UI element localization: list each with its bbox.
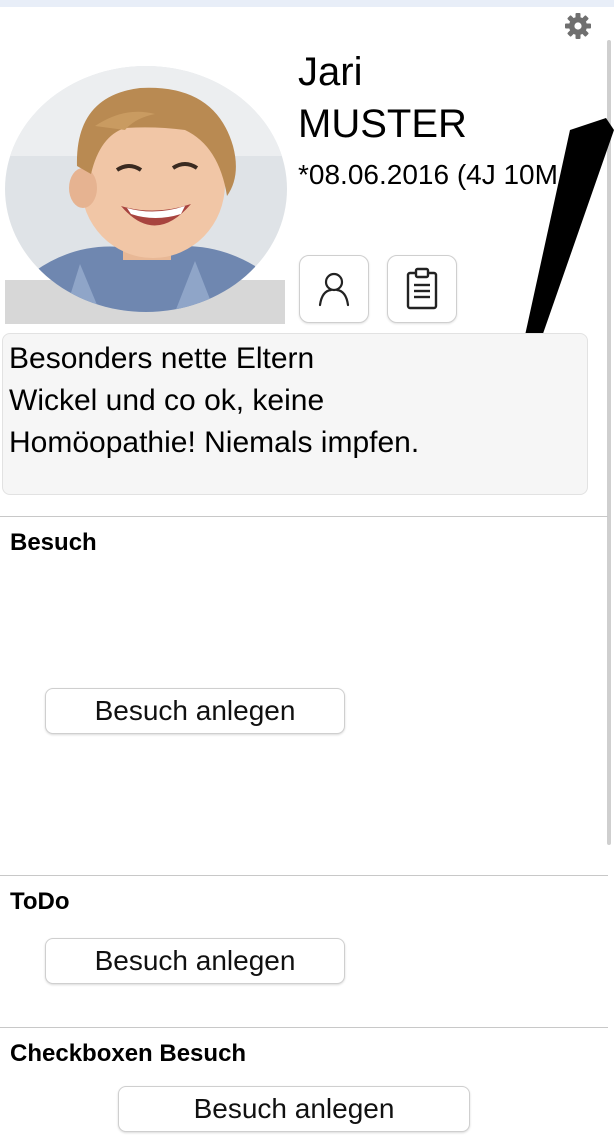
patient-profile-button[interactable] [299,255,369,323]
slash-mark [524,118,614,348]
section-divider [0,1027,608,1028]
patient-first-name: Jari [298,50,363,94]
checkbox-add-visit-button[interactable]: Besuch anlegen [118,1086,470,1132]
section-divider [0,516,608,517]
note-line: Besonders nette Eltern [9,342,315,375]
person-icon [318,272,350,307]
section-title-besuch: Besuch [10,529,97,556]
top-bar [0,0,614,7]
clipboard-icon [406,267,438,310]
note-line: Homöopathie! Niemals impfen. [9,426,420,459]
patient-last-name: MUSTER [298,102,467,146]
todo-add-visit-button[interactable]: Besuch anlegen [45,938,345,984]
child-portrait [5,66,287,312]
section-title-checkboxen: Checkboxen Besuch [10,1040,247,1067]
note-line: Wickel und co ok, keine [9,384,325,417]
gear-icon[interactable] [562,10,594,42]
patient-note[interactable]: Besonders nette Eltern Wickel und co ok,… [2,333,588,495]
section-title-todo: ToDo [10,888,70,915]
add-visit-button[interactable]: Besuch anlegen [45,688,345,734]
photo-circle [5,66,287,312]
patient-photo[interactable] [5,66,287,324]
clipboard-button[interactable] [387,255,457,323]
section-divider [0,875,608,876]
